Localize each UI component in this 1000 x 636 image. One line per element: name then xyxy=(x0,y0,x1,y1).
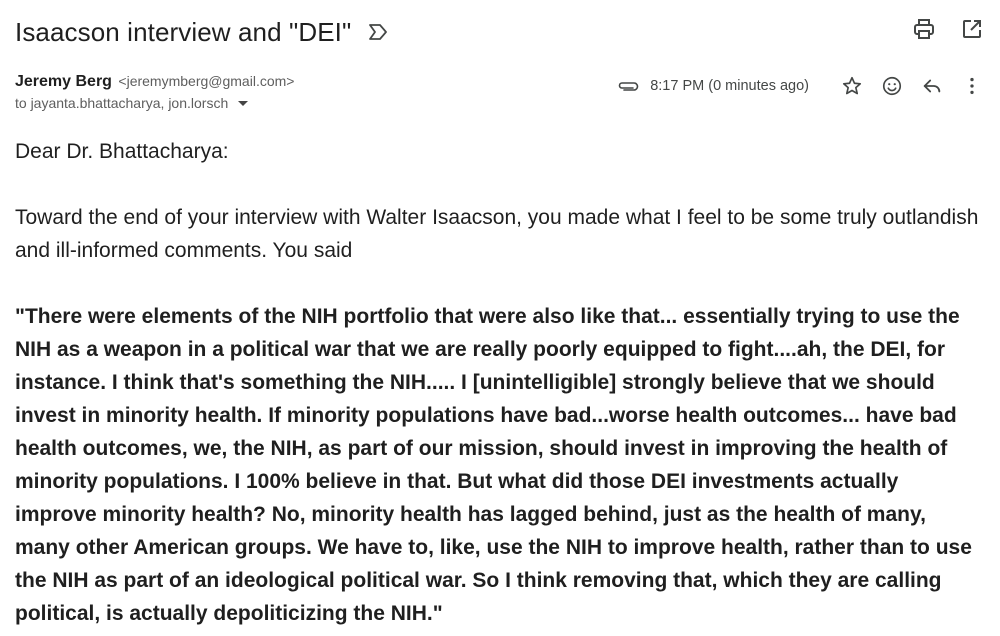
chevron-down-icon[interactable] xyxy=(238,100,249,106)
sender-email: <jeremymberg@gmail.com> xyxy=(118,73,295,89)
emoji-reaction-icon[interactable] xyxy=(879,73,905,99)
greeting: Dear Dr. Bhattacharya: xyxy=(15,140,229,163)
subject-actions xyxy=(911,16,985,42)
intro-paragraph: Toward the end of your interview with Wa… xyxy=(15,206,979,262)
open-in-new-window-icon[interactable] xyxy=(959,16,985,42)
sender-name[interactable]: Jeremy Berg xyxy=(15,73,112,90)
subject-row: Isaacson interview and "DEI" xyxy=(15,12,985,52)
recipients-text: to jayanta.bhattacharya, jon.lorsch xyxy=(15,95,229,111)
paperclip-icon xyxy=(616,79,640,93)
quoted-statement: "There were elements of the NIH portfoli… xyxy=(15,305,972,625)
timestamp: 8:17 PM (0 minutes ago) xyxy=(650,78,809,94)
message-body: Dear Dr. Bhattacharya: Toward the end of… xyxy=(15,135,980,630)
reply-icon[interactable] xyxy=(919,73,945,99)
star-icon[interactable] xyxy=(839,73,865,99)
print-icon[interactable] xyxy=(911,16,937,42)
email-subject: Isaacson interview and "DEI" xyxy=(15,16,352,47)
label-icon[interactable] xyxy=(365,19,391,45)
more-vert-icon[interactable] xyxy=(959,73,985,99)
message-meta: 8:17 PM (0 minutes ago) xyxy=(616,73,985,99)
message-header: Jeremy Berg <jeremymberg@gmail.com> to j… xyxy=(15,73,985,121)
